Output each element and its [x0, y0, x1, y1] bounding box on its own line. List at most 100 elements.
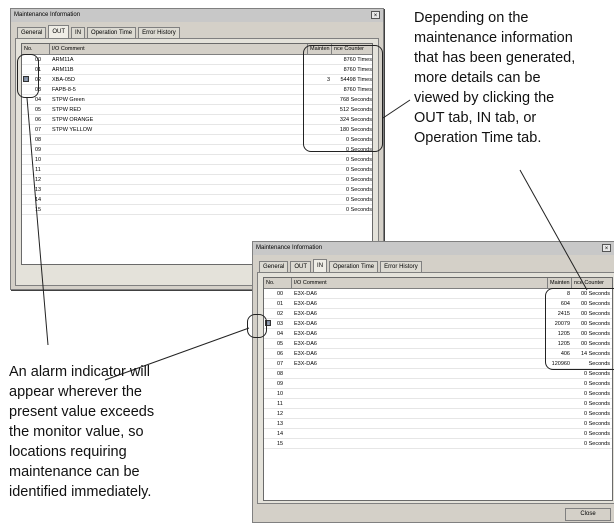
- io-comment: E3X-DA6: [294, 351, 317, 357]
- maintenance-value: [306, 205, 330, 214]
- row-number: 14: [276, 431, 284, 437]
- row-number: 11: [35, 167, 41, 173]
- row-number: 12: [34, 177, 42, 183]
- io-comment: STPW YELLOW: [52, 127, 93, 133]
- row-number: 08: [276, 371, 284, 377]
- row-number: 03: [276, 321, 284, 327]
- io-comment: E3X-DA6: [294, 301, 317, 307]
- row-number: 06: [276, 351, 284, 357]
- callout-line: that has been generated,: [414, 50, 576, 66]
- maintenance-value: [546, 409, 570, 418]
- column-header-maintenance[interactable]: Mainten: [548, 278, 572, 288]
- table-row[interactable]: !100 Seconds: [264, 389, 612, 399]
- io-comment: FAPB-8-5: [52, 87, 76, 93]
- row-number: 11: [277, 401, 283, 407]
- counter-value: 0 Seconds: [584, 431, 610, 437]
- table-row[interactable]: !150 Seconds: [264, 439, 612, 449]
- row-number: 04: [276, 331, 284, 337]
- row-number: 10: [34, 157, 42, 163]
- maintenance-window-in: Maintenance Information × General OUT IN…: [252, 241, 614, 523]
- callout-alarm-explanation: An alarm indicator will appear wherever …: [9, 362, 154, 502]
- maintenance-value: [306, 185, 330, 194]
- io-comment: [294, 419, 424, 428]
- column-header-counter[interactable]: nce Counter: [572, 278, 612, 288]
- close-button[interactable]: Close: [565, 508, 611, 521]
- counter-value: 0 Seconds: [584, 391, 610, 397]
- callout-line: more details can be: [414, 70, 541, 86]
- alarm-highlight-oval: [17, 54, 39, 98]
- io-comment: [294, 429, 424, 438]
- tab-out[interactable]: OUT: [48, 25, 70, 39]
- leader-line: [382, 99, 411, 119]
- callout-tabs-explanation: Depending on the maintenance information…: [414, 8, 575, 148]
- table-row[interactable]: !140 Seconds: [264, 429, 612, 439]
- table-row[interactable]: !130 Seconds: [22, 185, 372, 195]
- counter-value: 0 Seconds: [346, 207, 372, 213]
- io-comment: [52, 155, 182, 164]
- counter-value: 0 Seconds: [584, 411, 610, 417]
- table-row[interactable]: !090 Seconds: [264, 379, 612, 389]
- row-number: 15: [34, 207, 42, 213]
- row-number: 01: [276, 301, 284, 307]
- maintenance-value: [546, 379, 570, 388]
- column-header-io-comment[interactable]: I/O Comment: [50, 44, 308, 54]
- counter-value: 0 Seconds: [584, 401, 610, 407]
- callout-line: present value exceeds: [9, 404, 155, 420]
- window-close-button[interactable]: ×: [371, 11, 380, 19]
- counter-value: 0 Seconds: [584, 371, 610, 377]
- io-comment: STPW RED: [52, 107, 82, 113]
- row-number: 02: [276, 311, 284, 317]
- maintenance-value: [546, 369, 570, 378]
- table-row[interactable]: !100 Seconds: [22, 155, 372, 165]
- counter-value: 0 Seconds: [346, 197, 372, 203]
- maintenance-value: [306, 195, 330, 204]
- table-row[interactable]: !130 Seconds: [264, 419, 612, 429]
- maintenance-value: [306, 165, 330, 174]
- row-number: 15: [276, 441, 284, 447]
- window-titlebar: Maintenance Information: [11, 9, 383, 22]
- io-comment: [52, 145, 182, 154]
- column-header-io-comment[interactable]: I/O Comment: [292, 278, 548, 288]
- counter-value: 0 Seconds: [584, 381, 610, 387]
- table-row[interactable]: !120 Seconds: [22, 175, 372, 185]
- counter-value: 0 Seconds: [346, 187, 372, 193]
- window-close-button[interactable]: ×: [602, 244, 611, 252]
- callout-line: viewed by clicking the: [414, 90, 555, 106]
- table-row[interactable]: !110 Seconds: [22, 165, 372, 175]
- io-comment: [52, 165, 182, 174]
- row-number: 13: [34, 187, 42, 193]
- table-row[interactable]: !120 Seconds: [264, 409, 612, 419]
- maintenance-value: [546, 399, 570, 408]
- row-number: 09: [276, 381, 284, 387]
- io-comment: E3X-DA6: [294, 311, 317, 317]
- window-titlebar: Maintenance Information: [253, 242, 614, 255]
- row-number: 05: [34, 107, 42, 113]
- table-row[interactable]: !150 Seconds: [22, 205, 372, 215]
- row-number: 07: [276, 361, 284, 367]
- io-comment: E3X-DA6: [294, 331, 317, 337]
- io-comment: STPW ORANGE: [52, 117, 94, 123]
- io-comment: XBA-05D: [52, 77, 75, 83]
- table-row[interactable]: !140 Seconds: [22, 195, 372, 205]
- io-comment: STPW Green: [52, 97, 85, 103]
- io-comment: [294, 409, 424, 418]
- counter-value: 0 Seconds: [346, 157, 372, 163]
- callout-line: maintenance can be: [9, 464, 140, 480]
- callout-line: Depending on the: [414, 10, 529, 26]
- maintenance-value: [306, 155, 330, 164]
- window-title: Maintenance Information: [256, 245, 323, 251]
- io-comment: [294, 439, 424, 448]
- tab-in[interactable]: IN: [313, 259, 328, 273]
- column-header-no[interactable]: No.: [264, 278, 292, 288]
- row-number: 00: [276, 291, 284, 297]
- table-row[interactable]: !080 Seconds: [264, 369, 612, 379]
- table-row[interactable]: !110 Seconds: [264, 399, 612, 409]
- row-number: 12: [276, 411, 284, 417]
- counter-value: 0 Seconds: [584, 441, 610, 447]
- io-comment: [294, 399, 424, 408]
- column-header-no[interactable]: No.: [22, 44, 50, 54]
- callout-line: appear wherever the: [9, 384, 142, 400]
- row-number: 13: [276, 421, 284, 427]
- maintenance-value: [546, 439, 570, 448]
- io-comment: [52, 175, 182, 184]
